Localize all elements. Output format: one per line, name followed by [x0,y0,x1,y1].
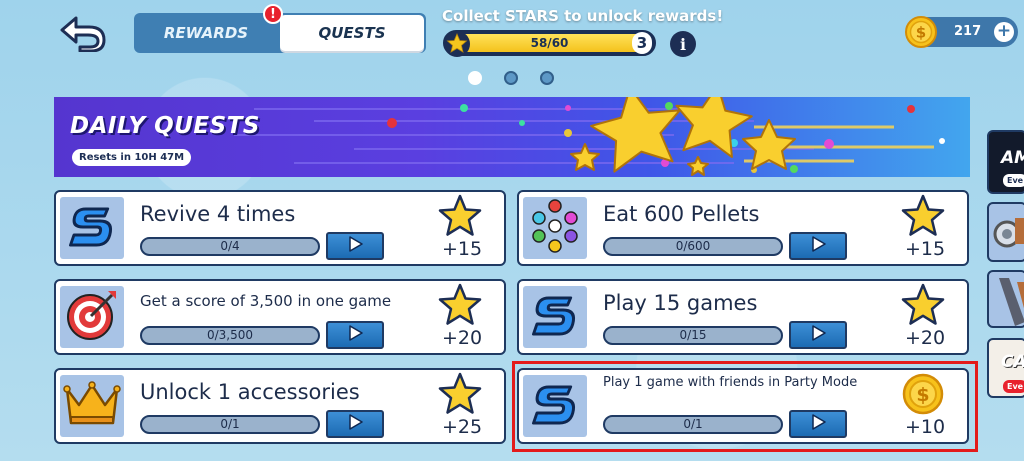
play-icon [347,236,363,256]
quest-play-button[interactable] [789,321,847,349]
page-indicator [468,71,554,85]
quest-reward: +15 [441,238,483,260]
quest-card: Revive 4 times 0/4 +15 [54,190,506,266]
quest-icon-box [60,286,124,348]
target-icon [64,287,120,347]
quest-play-button[interactable] [326,232,384,260]
quest-reward: +25 [441,416,483,438]
quest-reward: +20 [904,327,946,349]
collect-stars-text: Collect STARS to unlock rewards! [442,7,724,25]
quest-play-button[interactable] [789,232,847,260]
star-icon [438,283,482,327]
quest-title: Eat 600 Pellets [603,202,760,226]
page-dot[interactable] [540,71,554,85]
page-dot[interactable] [468,71,482,85]
quest-play-button[interactable] [326,321,384,349]
star-icon [901,194,945,238]
star-icon [438,194,482,238]
quest-icon-box [523,197,587,259]
daily-quests-banner: DAILY QUESTS Resets in 10H 47M [54,97,970,177]
banner-title: DAILY QUESTS [70,113,260,139]
page-dot[interactable] [504,71,518,85]
crown-icon [63,379,121,433]
star-icon [901,283,945,327]
quest-progress-bar: 0/4 [140,237,320,256]
side-panel: AM Eve CA Eve [987,0,1024,461]
coin-count: 217 [954,24,982,39]
quest-progress-bar: 0/600 [603,237,783,256]
selection-highlight [512,361,978,452]
quest-card: Eat 600 Pellets 0/600 +15 [517,190,969,266]
play-icon [810,236,826,256]
quest-progress-bar: 0/15 [603,326,783,345]
back-arrow-icon [60,16,106,53]
coin-icon: $ [905,16,937,48]
quest-title: Revive 4 times [140,202,296,226]
side-card[interactable] [987,202,1024,262]
quest-progress-bar: 0/3,500 [140,326,320,345]
quest-reward: +20 [441,327,483,349]
info-button[interactable]: i [670,31,696,57]
quest-card: Get a score of 3,500 in one game 0/3,500 +… [54,279,506,355]
side-card-art [999,278,1024,326]
star-icon [438,372,482,416]
quest-icon-box [60,375,124,437]
alert-badge: ! [263,4,283,24]
s-logo-icon [65,199,119,257]
quest-icon-box [523,286,587,348]
side-card-art [993,218,1024,248]
reset-timer: Resets in 10H 47M [72,149,192,166]
quest-icon-box [60,197,124,259]
tab-rewards[interactable]: REWARDS [134,13,278,53]
svg-text:$: $ [916,24,926,42]
pellets-icon [527,198,583,258]
side-card[interactable] [987,270,1024,328]
side-card-sub: Eve [1003,380,1024,393]
play-icon [347,325,363,345]
quest-title: Play 15 games [603,291,758,315]
quest-title: Get a score of 3,500 in one game [140,292,392,310]
star-level: 3 [632,32,652,54]
s-logo-icon [528,288,582,346]
side-card[interactable]: AM Eve [987,130,1024,194]
play-icon [810,325,826,345]
quest-reward: +15 [904,238,946,260]
quest-progress-bar: 0/1 [140,415,320,434]
tab-quests[interactable]: QUESTS [280,15,424,51]
side-card-title: CA [1001,352,1024,372]
quest-card: Unlock 1 accessories 0/1 +25 [54,368,506,444]
quest-play-button[interactable] [326,410,384,438]
side-card[interactable]: CA Eve [987,338,1024,398]
play-icon [347,414,363,434]
quest-title: Unlock 1 accessories [140,380,360,404]
star-progress-text: 58/60 [530,36,569,50]
quest-card: Play 15 games 0/15 +20 [517,279,969,355]
side-card-title: AM [1001,148,1024,168]
side-card-sub: Eve [1003,174,1024,187]
star-progress-bar: 58/60 3 [443,30,656,57]
back-button[interactable] [58,14,108,53]
